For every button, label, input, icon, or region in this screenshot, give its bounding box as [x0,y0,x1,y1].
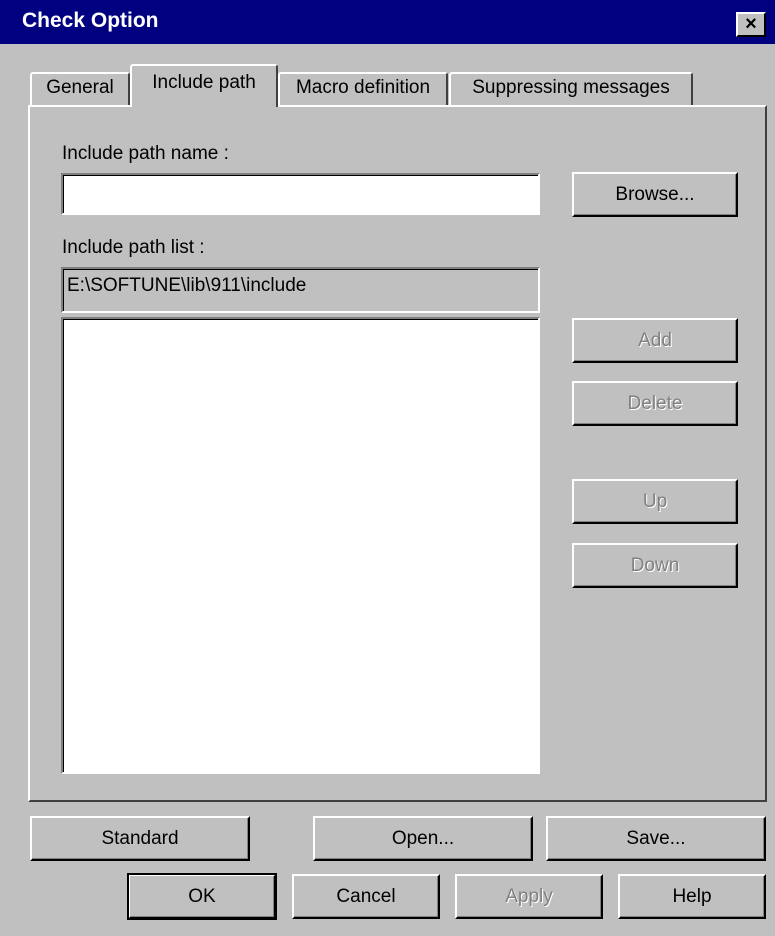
save-button-label: Save... [626,827,686,849]
include-path-name-input[interactable] [61,173,540,215]
tab-general[interactable]: General [30,72,130,105]
tab-include-path[interactable]: Include path [130,64,278,107]
include-path-name-label: Include path name : [62,143,229,164]
selected-path-field: E:\SOFTUNE\lib\911\include [61,267,540,313]
close-button[interactable]: × [736,12,766,37]
up-button-label: Up [642,490,668,512]
add-button[interactable]: Add [572,318,738,363]
standard-button[interactable]: Standard [30,816,250,861]
tab-suppressing-messages[interactable]: Suppressing messages [449,72,693,105]
apply-button[interactable]: Apply [455,874,603,919]
window-title: Check Option [22,9,159,32]
close-icon: × [745,13,757,35]
tab-suppressing-messages-label: Suppressing messages [472,77,670,98]
standard-button-label: Standard [101,827,179,849]
ok-button[interactable]: OK [127,873,277,920]
open-button-label: Open... [391,827,455,849]
ok-button-label: OK [188,885,216,907]
cancel-button-label: Cancel [336,885,396,907]
tab-macro-definition[interactable]: Macro definition [278,72,448,105]
help-button[interactable]: Help [618,874,766,919]
tab-general-label: General [46,77,114,98]
tab-macro-definition-label: Macro definition [295,77,431,98]
up-button[interactable]: Up [572,479,738,524]
down-button-label: Down [630,554,680,576]
delete-button-label: Delete [627,392,683,414]
open-button[interactable]: Open... [313,816,533,861]
cancel-button[interactable]: Cancel [292,874,440,919]
help-button-label: Help [672,885,712,907]
include-path-listbox[interactable] [61,317,540,774]
delete-button[interactable]: Delete [572,381,738,426]
save-button[interactable]: Save... [546,816,766,861]
apply-button-label: Apply [505,885,553,907]
browse-button[interactable]: Browse... [572,172,738,217]
tab-include-path-label: Include path [152,72,256,93]
include-path-list-label: Include path list : [62,237,205,258]
add-button-label: Add [638,329,672,351]
browse-button-label: Browse... [615,183,695,205]
down-button[interactable]: Down [572,543,738,588]
